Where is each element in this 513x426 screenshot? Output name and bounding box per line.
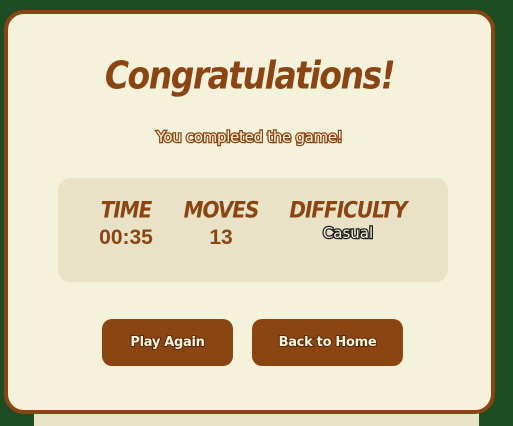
- stat-moves: Moves 13: [182, 196, 260, 250]
- stat-time: Time 00:35: [96, 196, 156, 250]
- stat-time-label: Time: [100, 196, 153, 224]
- stat-moves-value: 13: [209, 226, 233, 249]
- stat-difficulty-label: Difficulty: [289, 196, 407, 224]
- completion-subtitle: You completed the game!: [155, 127, 344, 148]
- stat-difficulty-value: Casual: [322, 223, 375, 244]
- congratulations-title: Congratulations!: [104, 53, 396, 98]
- stat-difficulty: Difficulty Casual: [286, 196, 410, 244]
- back-to-home-button[interactable]: Back to Home: [252, 319, 403, 366]
- game-complete-modal: Congratulations! You completed the game!…: [4, 10, 495, 414]
- stat-time-value: 00:35: [99, 226, 153, 249]
- play-again-button[interactable]: Play Again: [102, 319, 233, 366]
- stats-panel: Time 00:35 Moves 13 Difficulty Casual: [58, 178, 448, 282]
- stat-moves-label: Moves: [183, 196, 260, 224]
